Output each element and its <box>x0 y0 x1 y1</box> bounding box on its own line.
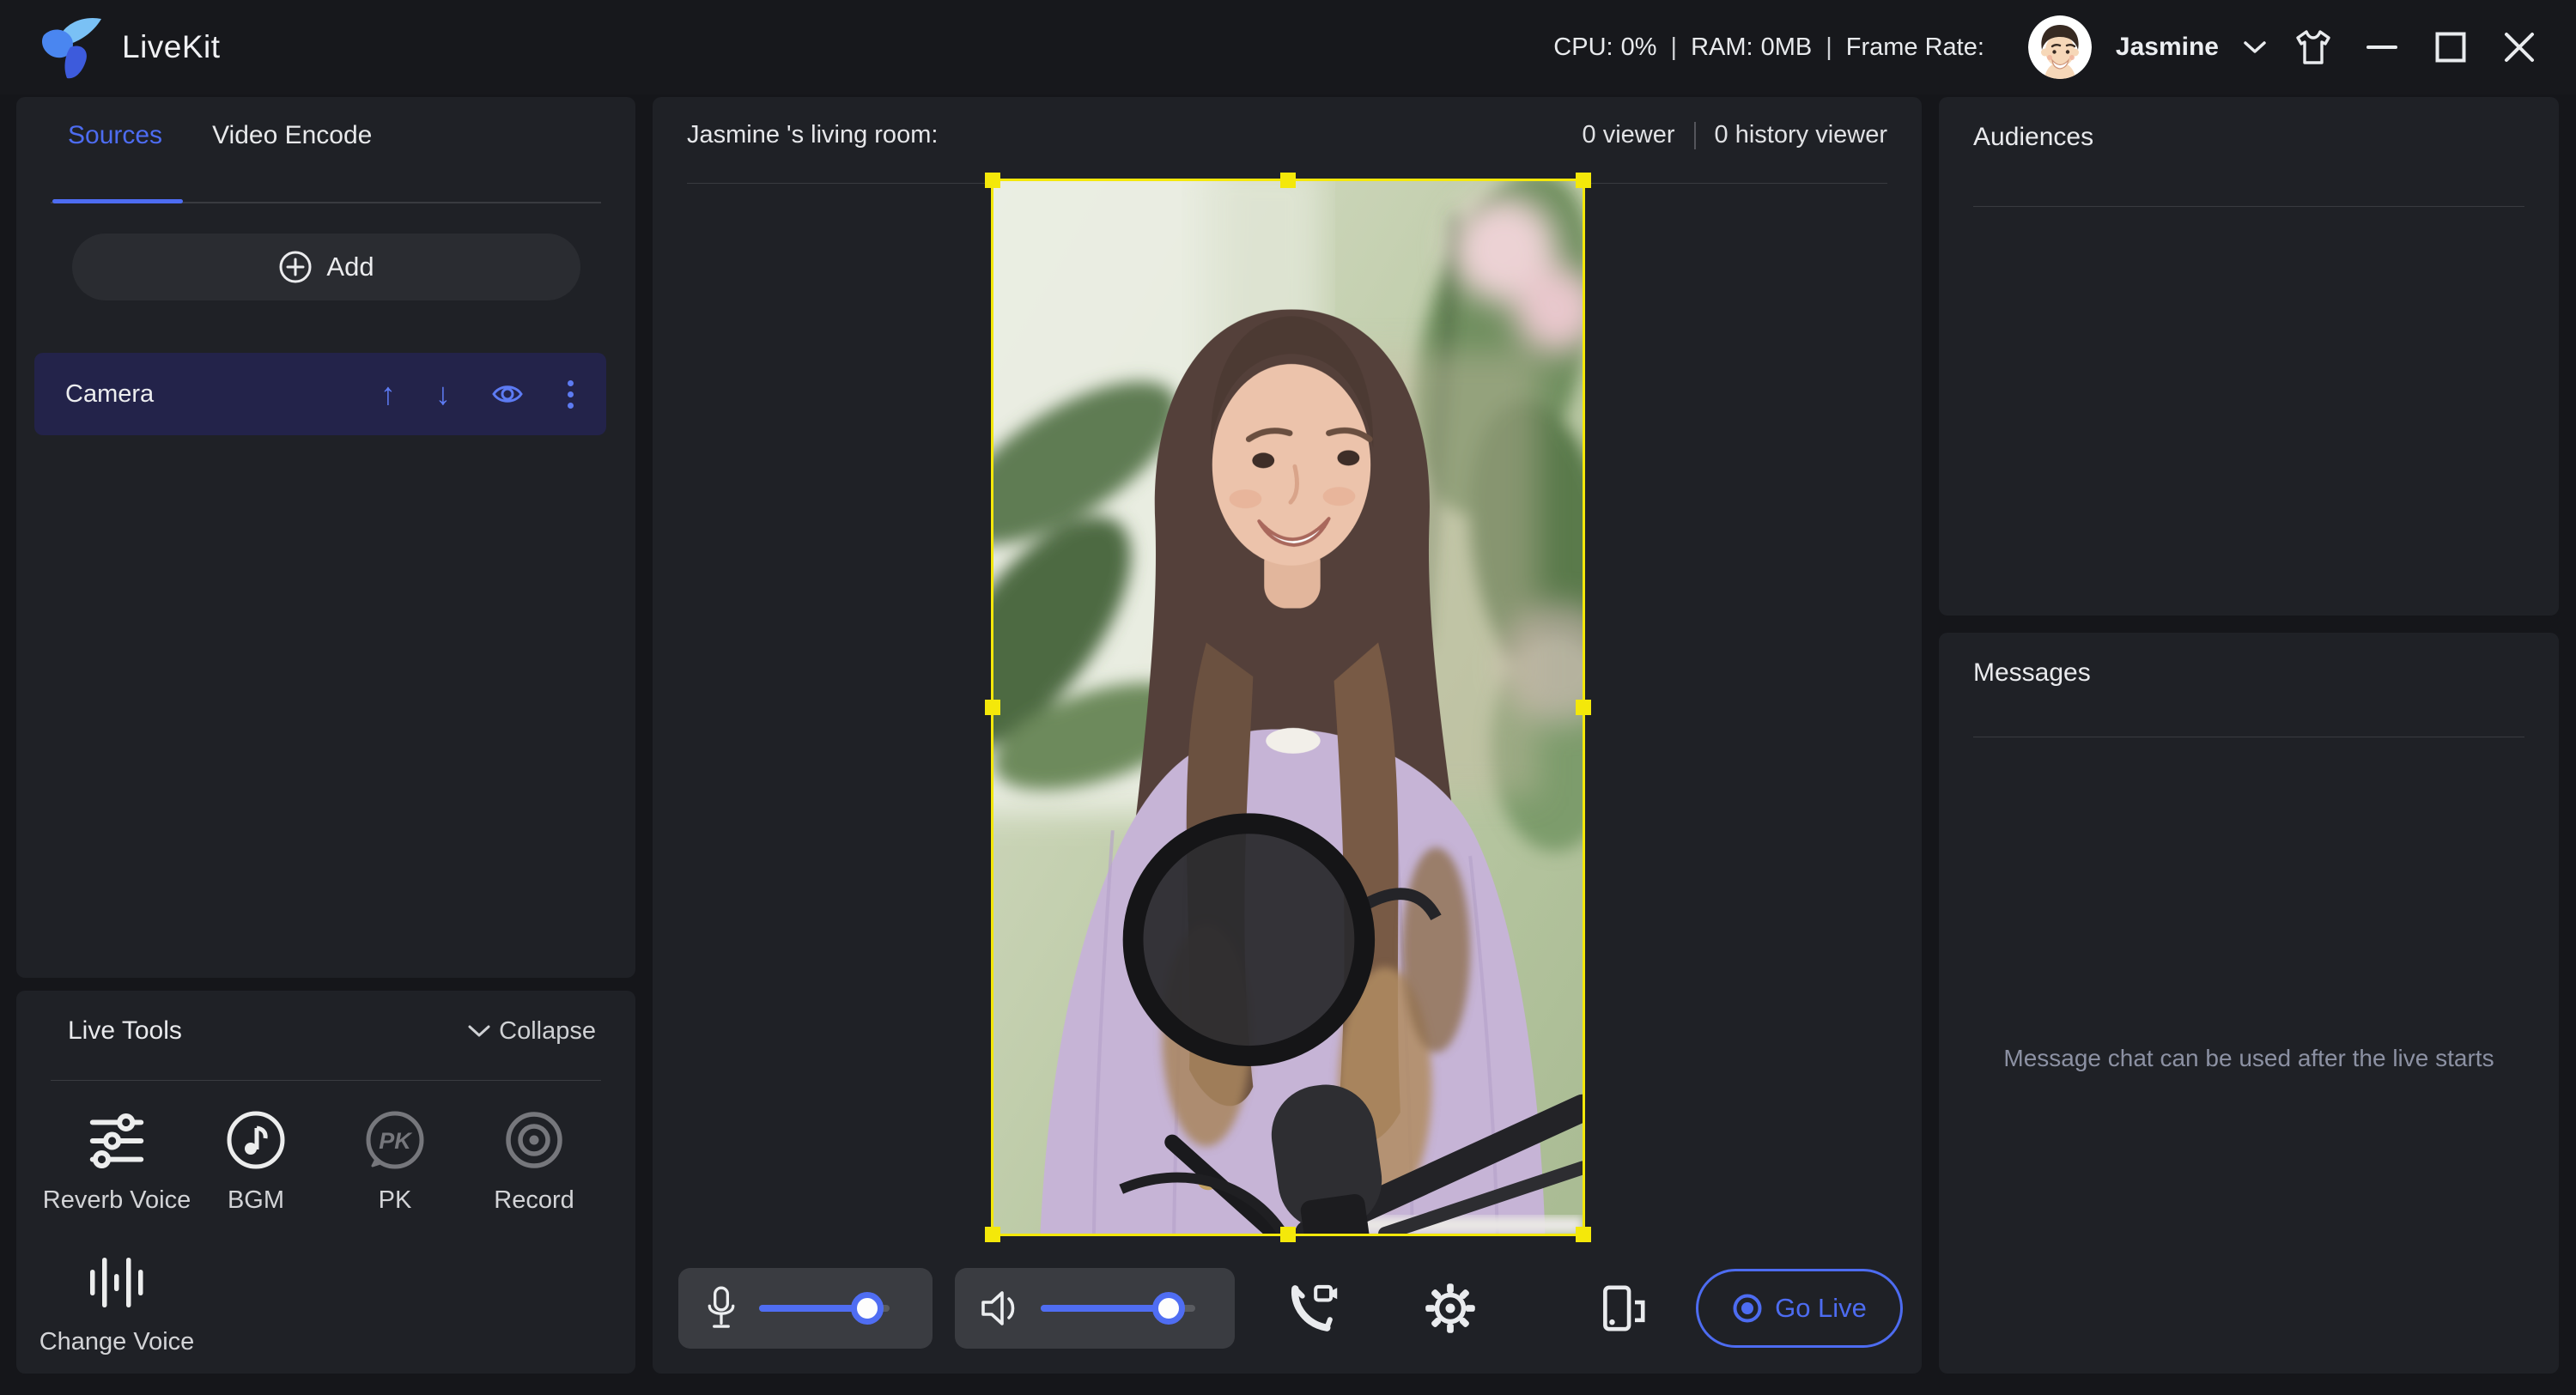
live-tools-title: Live Tools <box>68 1016 182 1046</box>
ram-value: 0MB <box>1761 33 1813 62</box>
pk-icon: PK <box>364 1109 426 1171</box>
collapse-label: Collapse <box>499 1017 596 1046</box>
tab-video-encode[interactable]: Video Encode <box>212 121 372 150</box>
microphone-icon[interactable] <box>702 1284 740 1332</box>
tool-label: BGM <box>228 1186 284 1215</box>
speaker-icon[interactable] <box>979 1289 1022 1328</box>
chevron-down-icon <box>468 1024 490 1038</box>
resize-handle-middle-left[interactable] <box>985 700 1000 715</box>
source-more-menu-icon[interactable] <box>564 377 577 412</box>
tool-change-voice[interactable]: Change Voice <box>47 1246 186 1356</box>
tool-reverb-voice[interactable]: Reverb Voice <box>47 1104 186 1215</box>
camera-preview[interactable] <box>991 179 1585 1236</box>
go-live-button[interactable]: Go Live <box>1696 1269 1903 1348</box>
sources-tabs: Sources Video Encode <box>68 121 372 150</box>
live-tools-divider <box>51 1080 601 1081</box>
stat-separator: | <box>1824 33 1834 62</box>
settings-button[interactable] <box>1410 1268 1491 1349</box>
live-tools-panel: Live Tools Collapse Reverb <box>16 991 635 1374</box>
user-name[interactable]: Jasmine <box>2116 33 2219 62</box>
resize-handle-middle-right[interactable] <box>1576 700 1591 715</box>
gear-icon <box>1424 1282 1477 1335</box>
top-bar: LiveKit CPU: 0% | RAM: 0MB | Frame Rate: <box>0 0 2576 94</box>
collapse-toggle[interactable]: Collapse <box>468 1017 596 1046</box>
brand: LiveKit <box>33 11 221 83</box>
resize-handle-top-left[interactable] <box>985 173 1000 188</box>
visibility-eye-icon[interactable] <box>490 381 525 407</box>
close-button[interactable] <box>2497 21 2542 73</box>
tool-label: Reverb Voice <box>43 1186 191 1215</box>
avatar[interactable] <box>2028 15 2092 79</box>
tool-label: Record <box>494 1186 574 1215</box>
app-title: LiveKit <box>122 29 221 65</box>
tool-label: PK <box>379 1186 412 1215</box>
audiences-panel: Audiences <box>1939 97 2559 616</box>
svg-text:PK: PK <box>379 1128 413 1154</box>
tab-sources[interactable]: Sources <box>68 121 162 150</box>
ram-label: RAM: <box>1691 33 1753 62</box>
move-up-icon[interactable]: ↑ <box>380 379 396 409</box>
add-button-label: Add <box>326 252 374 282</box>
sources-panel: Sources Video Encode Add Camera ↑ ↓ <box>16 97 635 978</box>
audiences-divider <box>1973 206 2524 207</box>
go-live-label: Go Live <box>1775 1293 1867 1324</box>
audiences-title: Audiences <box>1973 123 2093 152</box>
cpu-value: 0% <box>1621 33 1657 62</box>
tool-bgm[interactable]: BGM <box>186 1104 325 1215</box>
source-name: Camera <box>65 380 380 409</box>
waveform-icon <box>88 1252 145 1313</box>
camera-preview-image <box>993 181 1583 1234</box>
tool-pk[interactable]: PK PK <box>325 1104 465 1215</box>
mic-volume-control <box>678 1268 933 1349</box>
move-down-icon[interactable]: ↓ <box>435 379 451 409</box>
viewer-count: 0 viewer <box>1583 121 1675 149</box>
room-title: Jasmine 's living room: <box>687 121 1583 149</box>
messages-title: Messages <box>1973 658 2091 688</box>
tool-label: Change Voice <box>39 1328 195 1356</box>
record-icon <box>503 1109 565 1171</box>
speaker-volume-slider[interactable] <box>1041 1305 1195 1312</box>
speaker-volume-control <box>955 1268 1235 1349</box>
frame-rate-label: Frame Rate: <box>1846 33 1984 62</box>
plus-circle-icon <box>278 250 313 284</box>
resize-handle-bottom-center[interactable] <box>1280 1227 1296 1242</box>
theme-shirt-icon[interactable] <box>2291 21 2336 73</box>
history-viewer-count: 0 history viewer <box>1715 121 1887 149</box>
maximize-button[interactable] <box>2428 21 2473 73</box>
user-menu-chevron-icon[interactable] <box>2243 39 2267 55</box>
viewer-separator <box>1694 122 1696 149</box>
stage-panel: Jasmine 's living room: 0 viewer 0 histo… <box>653 97 1922 1374</box>
minimize-button[interactable] <box>2360 21 2404 73</box>
source-row-camera[interactable]: Camera ↑ ↓ <box>34 353 606 435</box>
rotate-screen-button[interactable] <box>1582 1268 1662 1349</box>
resize-handle-bottom-right[interactable] <box>1576 1227 1591 1242</box>
messages-panel: Messages Message chat can be used after … <box>1939 633 2559 1374</box>
video-call-icon <box>1288 1283 1341 1334</box>
music-note-icon <box>225 1109 287 1171</box>
go-live-record-icon <box>1732 1293 1763 1324</box>
resize-handle-top-right[interactable] <box>1576 173 1591 188</box>
messages-empty-hint: Message chat can be used after the live … <box>1939 1045 2559 1072</box>
app-window: LiveKit CPU: 0% | RAM: 0MB | Frame Rate: <box>0 0 2576 1395</box>
add-source-button[interactable]: Add <box>72 234 580 300</box>
mic-volume-slider[interactable] <box>759 1305 890 1312</box>
resize-handle-top-center[interactable] <box>1280 173 1296 188</box>
livekit-logo <box>33 11 103 83</box>
performance-stats: CPU: 0% | RAM: 0MB | Frame Rate: <box>1553 33 1992 62</box>
resize-handle-bottom-left[interactable] <box>985 1227 1000 1242</box>
avatar-image <box>2028 15 2092 79</box>
tool-record[interactable]: Record <box>465 1104 604 1215</box>
video-call-button[interactable] <box>1274 1268 1355 1349</box>
active-tab-indicator <box>52 199 183 203</box>
cpu-label: CPU: <box>1553 33 1613 62</box>
rotate-screen-icon <box>1596 1283 1648 1334</box>
equalizer-icon <box>87 1111 147 1171</box>
stat-separator: | <box>1669 33 1680 62</box>
